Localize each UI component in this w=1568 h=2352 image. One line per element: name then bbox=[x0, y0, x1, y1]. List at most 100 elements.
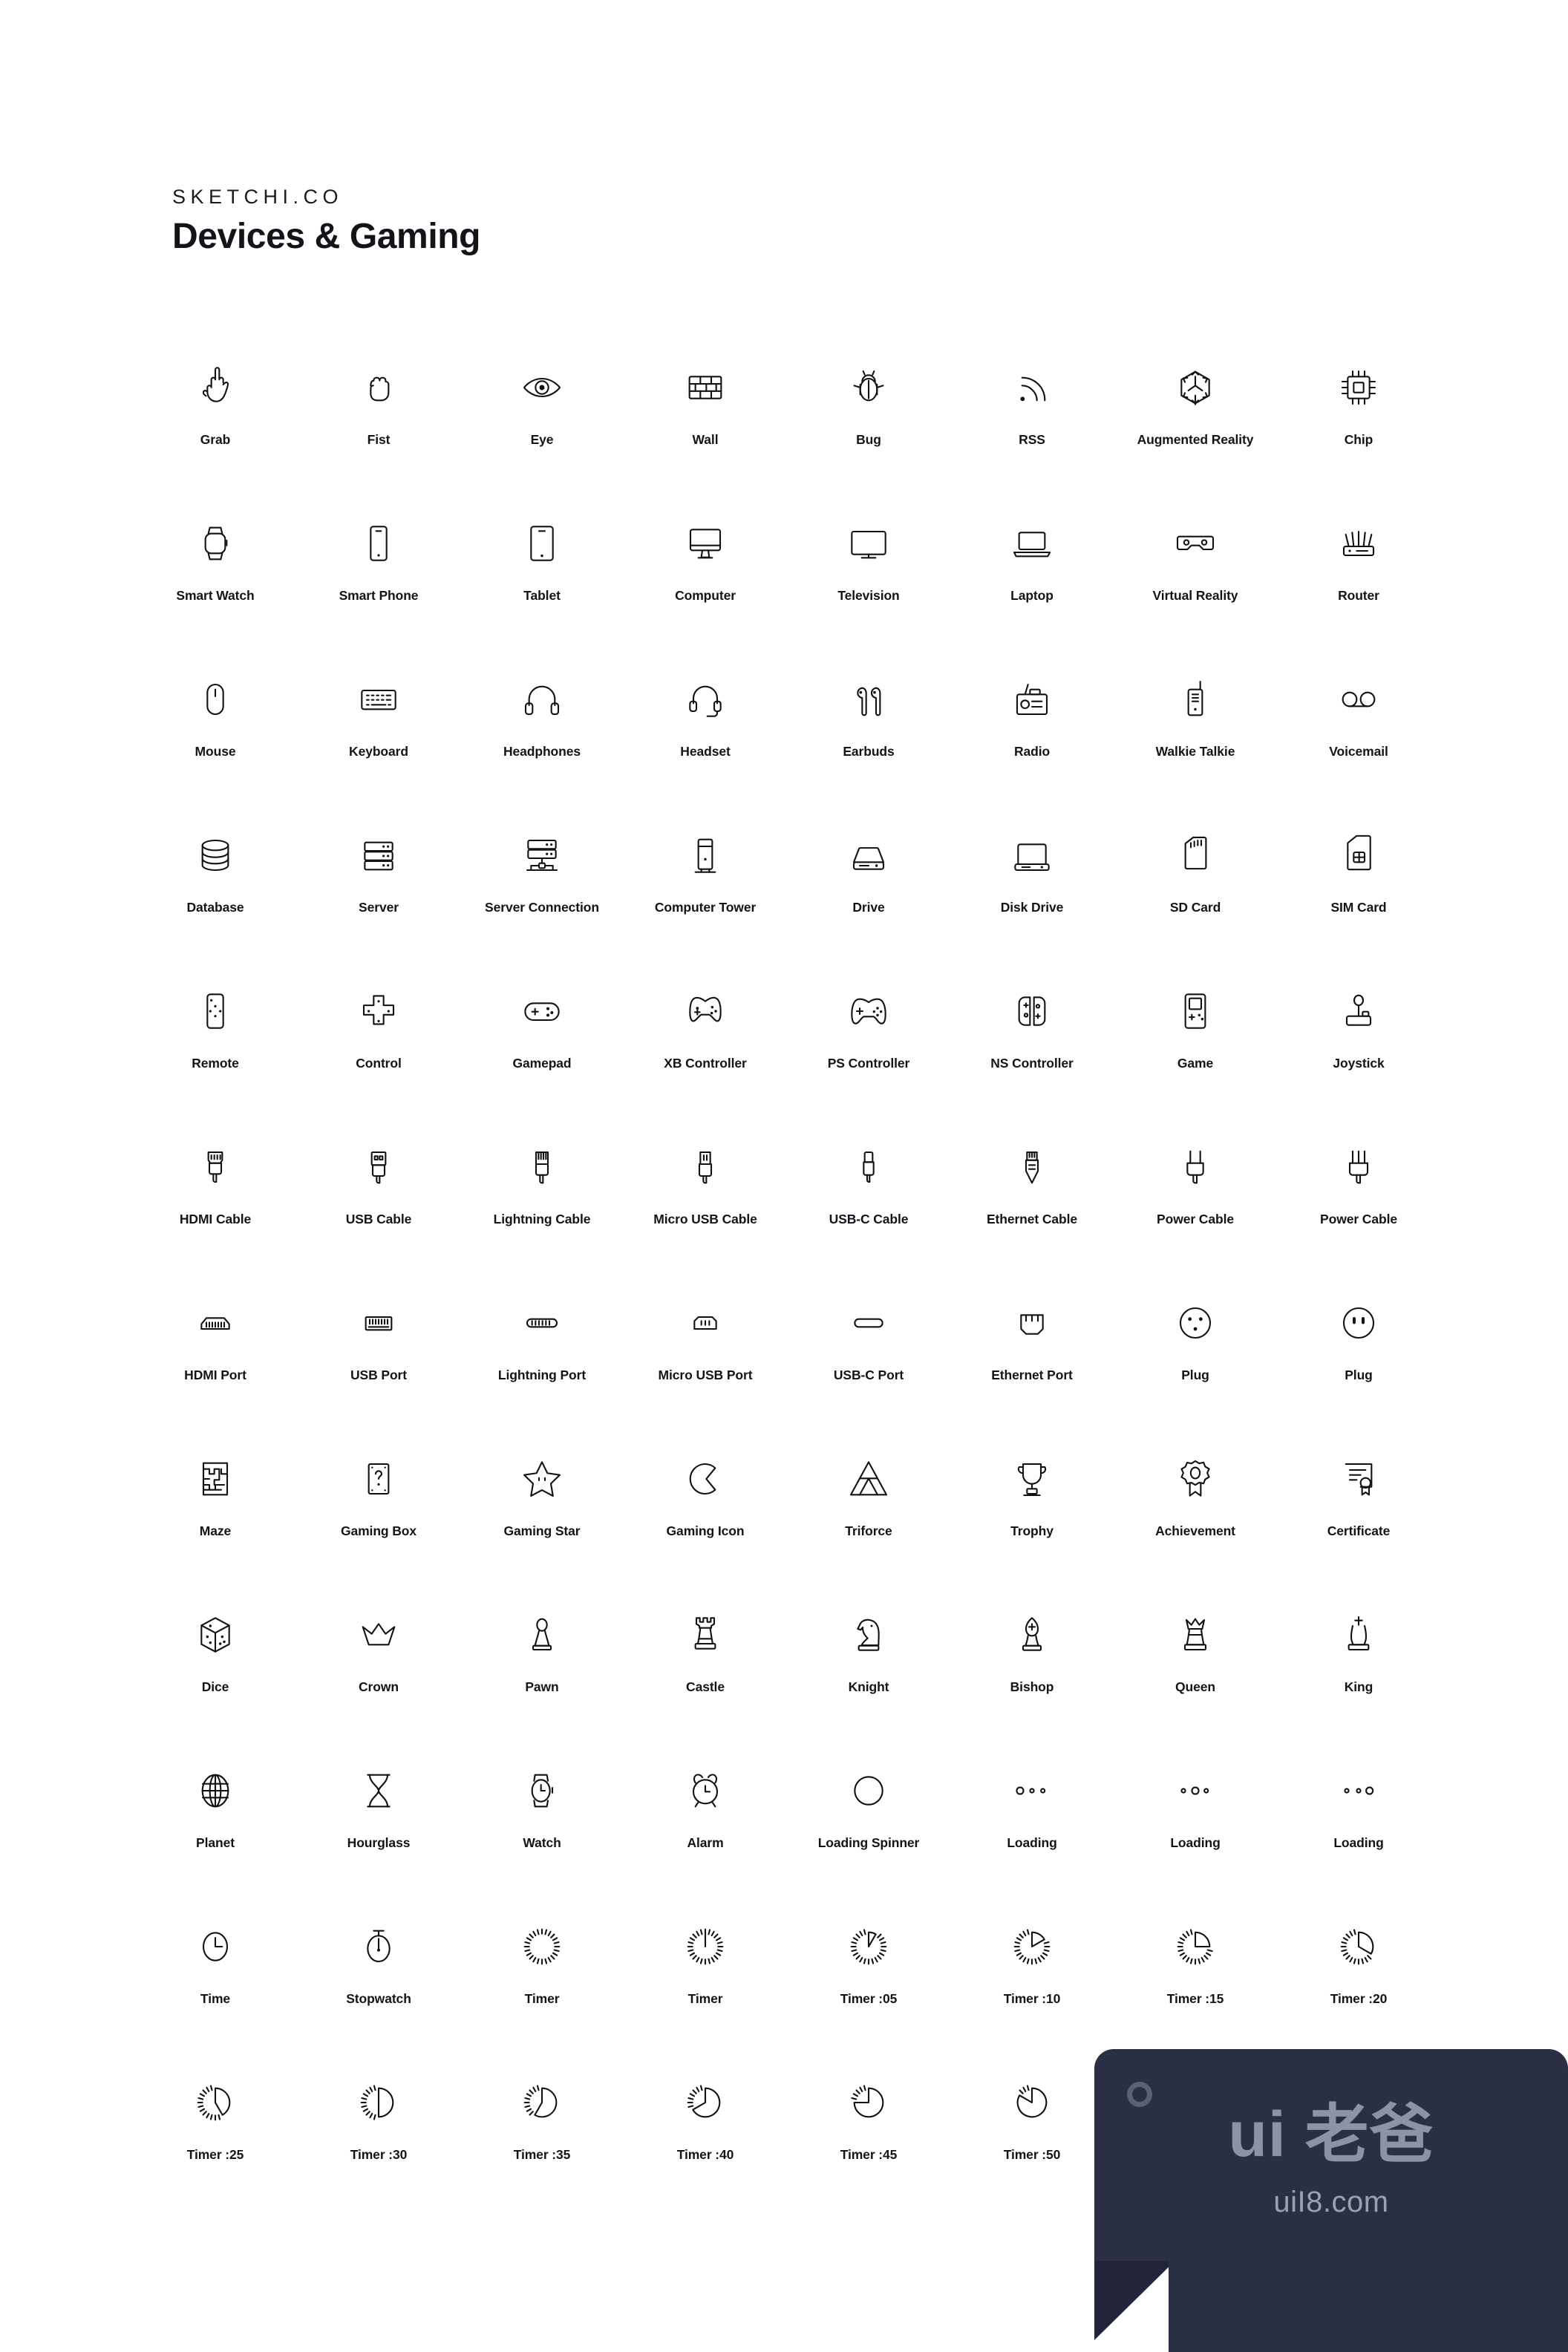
icon-cell[interactable]: Database bbox=[134, 817, 297, 973]
icon-cell[interactable]: Gamepad bbox=[460, 973, 624, 1128]
icon-cell[interactable]: Grab bbox=[134, 349, 297, 505]
icon-cell[interactable]: Lightning Port bbox=[460, 1284, 624, 1440]
icon-cell[interactable]: Drive bbox=[787, 817, 950, 973]
icon-cell[interactable]: Gaming Box bbox=[297, 1440, 460, 1596]
icon-cell[interactable]: NS Controller bbox=[950, 973, 1114, 1128]
icon-cell[interactable]: Trophy bbox=[950, 1440, 1114, 1596]
icon-cell[interactable]: Dice bbox=[134, 1596, 297, 1752]
icon-cell[interactable]: Triforce bbox=[787, 1440, 950, 1596]
icon-cell[interactable]: Micro USB Port bbox=[624, 1284, 787, 1440]
icon-cell[interactable]: Planet bbox=[134, 1752, 297, 1908]
icon-cell[interactable]: Power Cable bbox=[1277, 1128, 1440, 1284]
icon-cell[interactable]: Radio bbox=[950, 661, 1114, 817]
icon-cell[interactable]: SIM Card bbox=[1277, 817, 1440, 973]
icon-cell[interactable]: USB-C Cable bbox=[787, 1128, 950, 1284]
icon-cell[interactable]: Loading bbox=[1277, 1752, 1440, 1908]
icon-cell[interactable]: Time bbox=[134, 1908, 297, 2064]
icon-cell[interactable]: Knight bbox=[787, 1596, 950, 1752]
icon-cell[interactable]: XB Controller bbox=[624, 973, 787, 1128]
icon-cell[interactable]: Smart Watch bbox=[134, 505, 297, 661]
icon-cell[interactable]: Gaming Icon bbox=[624, 1440, 787, 1596]
icon-cell[interactable]: King bbox=[1277, 1596, 1440, 1752]
icon-cell[interactable]: Loading bbox=[950, 1752, 1114, 1908]
icon-cell[interactable]: Ethernet Port bbox=[950, 1284, 1114, 1440]
icon-cell[interactable]: Timer :20 bbox=[1277, 1908, 1440, 2064]
icon-cell[interactable]: Timer :25 bbox=[134, 2064, 297, 2220]
icon-cell[interactable]: Headphones bbox=[460, 661, 624, 817]
icon-cell[interactable]: Computer bbox=[624, 505, 787, 661]
icon-cell[interactable]: Wall bbox=[624, 349, 787, 505]
icon-cell[interactable]: Eye bbox=[460, 349, 624, 505]
database-icon bbox=[180, 820, 251, 891]
icon-cell[interactable]: Chip bbox=[1277, 349, 1440, 505]
icon-cell[interactable]: Bishop bbox=[950, 1596, 1114, 1752]
icon-cell[interactable]: Timer :50 bbox=[950, 2064, 1114, 2220]
icon-cell[interactable]: Virtual Reality bbox=[1114, 505, 1277, 661]
icon-cell[interactable]: Maze bbox=[134, 1440, 297, 1596]
timer-45-icon bbox=[833, 2067, 904, 2138]
icon-label: Timer :50 bbox=[1003, 2147, 1061, 2162]
icon-cell[interactable]: Timer :30 bbox=[297, 2064, 460, 2220]
icon-cell[interactable]: Router bbox=[1277, 505, 1440, 661]
icon-cell[interactable]: Walkie Talkie bbox=[1114, 661, 1277, 817]
icon-cell[interactable]: Timer :35 bbox=[460, 2064, 624, 2220]
icon-cell[interactable]: Server Connection bbox=[460, 817, 624, 973]
icon-cell[interactable]: PS Controller bbox=[787, 973, 950, 1128]
icon-cell[interactable]: Keyboard bbox=[297, 661, 460, 817]
icon-cell[interactable]: Timer :10 bbox=[950, 1908, 1114, 2064]
icon-cell[interactable]: Joystick bbox=[1277, 973, 1440, 1128]
icon-cell[interactable]: Bug bbox=[787, 349, 950, 505]
icon-cell[interactable]: Hourglass bbox=[297, 1752, 460, 1908]
icon-cell[interactable]: Earbuds bbox=[787, 661, 950, 817]
icon-cell[interactable]: Smart Phone bbox=[297, 505, 460, 661]
icon-cell[interactable]: USB Cable bbox=[297, 1128, 460, 1284]
icon-cell[interactable]: Timer bbox=[460, 1908, 624, 2064]
icon-cell[interactable]: Plug bbox=[1114, 1284, 1277, 1440]
icon-cell[interactable]: Remote bbox=[134, 973, 297, 1128]
icon-cell[interactable]: Timer :45 bbox=[787, 2064, 950, 2220]
icon-cell[interactable]: Tablet bbox=[460, 505, 624, 661]
icon-cell[interactable]: Timer :15 bbox=[1114, 1908, 1277, 2064]
icon-cell[interactable]: Television bbox=[787, 505, 950, 661]
icon-cell[interactable]: Server bbox=[297, 817, 460, 973]
icon-cell[interactable]: Computer Tower bbox=[624, 817, 787, 973]
icon-cell[interactable]: Ethernet Cable bbox=[950, 1128, 1114, 1284]
icon-cell[interactable]: Gaming Star bbox=[460, 1440, 624, 1596]
icon-cell[interactable]: Alarm bbox=[624, 1752, 787, 1908]
icon-cell[interactable]: Crown bbox=[297, 1596, 460, 1752]
icon-cell[interactable]: USB Port bbox=[297, 1284, 460, 1440]
icon-cell[interactable]: Voicemail bbox=[1277, 661, 1440, 817]
icon-cell[interactable]: Plug bbox=[1277, 1284, 1440, 1440]
icon-cell[interactable]: Disk Drive bbox=[950, 817, 1114, 973]
icon-cell[interactable]: SD Card bbox=[1114, 817, 1277, 973]
icon-cell[interactable]: RSS bbox=[950, 349, 1114, 505]
icon-cell[interactable]: Loading Spinner bbox=[787, 1752, 950, 1908]
icon-cell[interactable]: Achievement bbox=[1114, 1440, 1277, 1596]
icon-cell[interactable]: Augmented Reality bbox=[1114, 349, 1277, 505]
icon-cell[interactable]: Pawn bbox=[460, 1596, 624, 1752]
icon-cell[interactable]: Micro USB Cable bbox=[624, 1128, 787, 1284]
icon-cell[interactable]: Timer :40 bbox=[624, 2064, 787, 2220]
icon-cell[interactable]: Mouse bbox=[134, 661, 297, 817]
icon-cell[interactable]: HDMI Cable bbox=[134, 1128, 297, 1284]
icon-cell[interactable]: Headset bbox=[624, 661, 787, 817]
icon-cell[interactable]: Certificate bbox=[1277, 1440, 1440, 1596]
icon-cell[interactable]: Control bbox=[297, 973, 460, 1128]
icon-label: SIM Card bbox=[1330, 900, 1387, 915]
icon-cell[interactable]: HDMI Port bbox=[134, 1284, 297, 1440]
icon-cell[interactable]: Castle bbox=[624, 1596, 787, 1752]
icon-cell[interactable]: Timer :05 bbox=[787, 1908, 950, 2064]
icon-cell[interactable]: Loading bbox=[1114, 1752, 1277, 1908]
icon-cell[interactable]: Game bbox=[1114, 973, 1277, 1128]
chess-rook-icon bbox=[670, 1599, 741, 1670]
icon-cell[interactable]: Stopwatch bbox=[297, 1908, 460, 2064]
icon-label: Micro USB Port bbox=[658, 1368, 753, 1382]
icon-cell[interactable]: Queen bbox=[1114, 1596, 1277, 1752]
icon-cell[interactable]: Fist bbox=[297, 349, 460, 505]
icon-cell[interactable]: Power Cable bbox=[1114, 1128, 1277, 1284]
icon-cell[interactable]: USB-C Port bbox=[787, 1284, 950, 1440]
icon-cell[interactable]: Watch bbox=[460, 1752, 624, 1908]
icon-cell[interactable]: Lightning Cable bbox=[460, 1128, 624, 1284]
icon-cell[interactable]: Timer bbox=[624, 1908, 787, 2064]
icon-cell[interactable]: Laptop bbox=[950, 505, 1114, 661]
